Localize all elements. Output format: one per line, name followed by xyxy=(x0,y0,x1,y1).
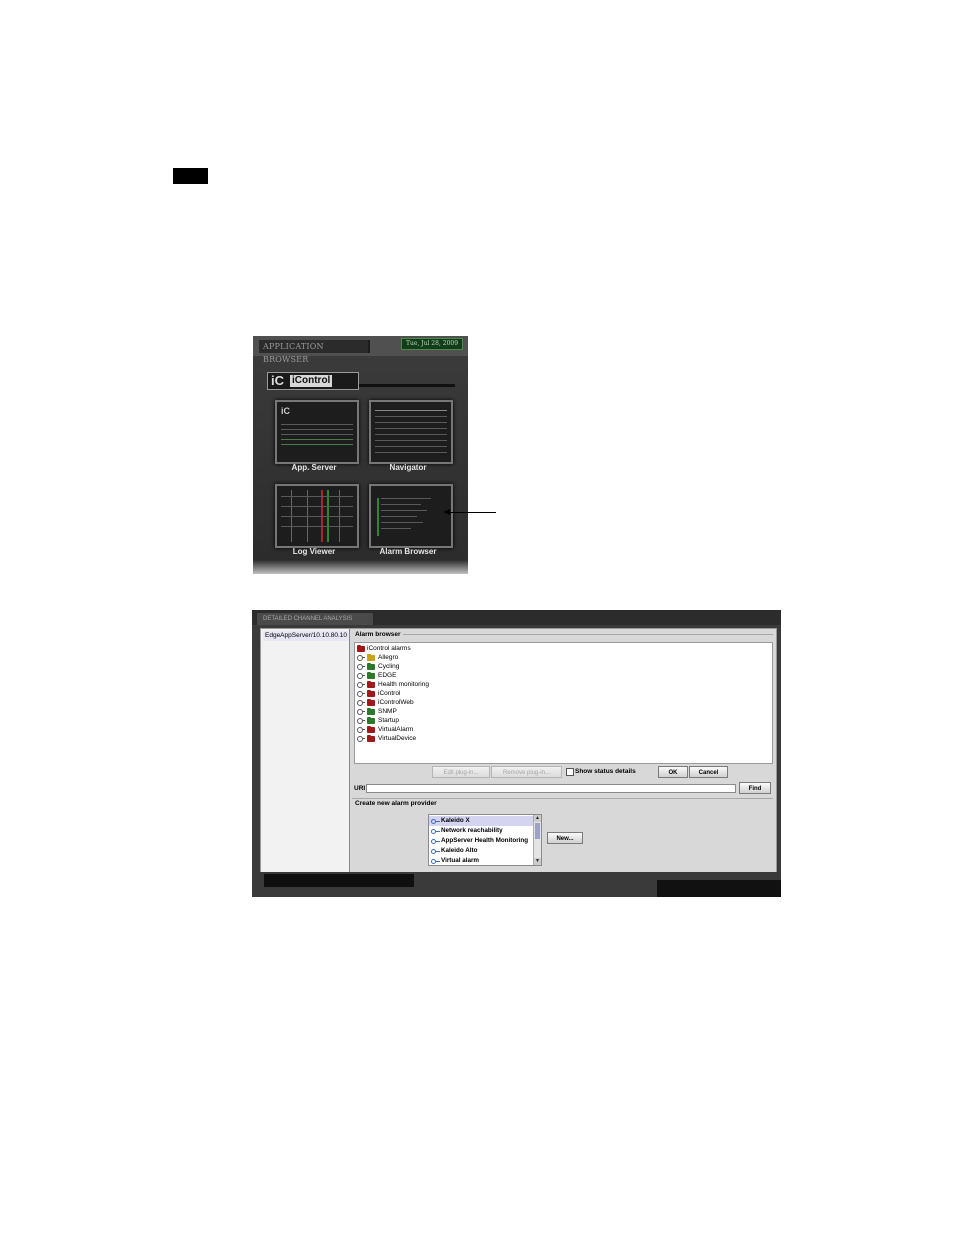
black-tab-marker xyxy=(173,168,208,184)
plugin-icon xyxy=(431,849,440,854)
tree-item-label: Cycling xyxy=(378,663,400,670)
app-server-tile[interactable]: iC xyxy=(275,400,359,464)
date-display: Tue, Jul 28, 2009 xyxy=(401,338,463,350)
folder-icon xyxy=(367,726,375,733)
navigator-label[interactable]: Navigator xyxy=(358,463,458,472)
expand-icon[interactable] xyxy=(357,654,365,661)
plugin-icon xyxy=(431,829,440,834)
folder-icon xyxy=(367,663,375,670)
server-list: EdgeAppServer/10.10.80.10 xyxy=(261,629,350,873)
icontrol-header: iC iControl xyxy=(267,370,457,390)
dca-title: DETAILED CHANNEL ANALYSIS xyxy=(257,613,373,625)
uri-label: URI xyxy=(354,785,366,792)
edit-plugin-button[interactable]: Edit plug-in... xyxy=(432,766,490,778)
tree-item-label: VirtualDevice xyxy=(378,735,417,742)
tree-item-label: EDGE xyxy=(378,672,397,679)
tree-item-label: iControlWeb xyxy=(378,699,414,706)
folder-icon xyxy=(367,708,375,715)
plugin-icon xyxy=(431,839,440,844)
expand-icon[interactable] xyxy=(357,699,365,706)
section-divider xyxy=(352,798,773,799)
show-status-label: Show status details xyxy=(575,768,636,775)
folder-icon xyxy=(367,672,375,679)
remove-plugin-button[interactable]: Remove plug-in... xyxy=(491,766,562,778)
detailed-channel-analysis-window: DETAILED CHANNEL ANALYSIS EdgeAppServer/… xyxy=(252,610,781,897)
ic-thumbnail-icon: iC xyxy=(281,406,290,416)
provider-item-kaleido-alto[interactable]: Kaleido Alto xyxy=(429,846,533,856)
provider-label: AppServer Health Monitoring xyxy=(441,837,529,844)
logo-text: iControl xyxy=(290,375,333,387)
tree-item-label: VirtualAlarm xyxy=(378,726,414,733)
ok-button[interactable]: OK xyxy=(658,766,688,778)
folder-icon xyxy=(367,690,375,697)
plugin-icon xyxy=(431,859,440,864)
tree-item-label: Startup xyxy=(378,717,399,724)
provider-item-appserver-health[interactable]: AppServer Health Monitoring xyxy=(429,836,533,846)
tree-item-label: iControl xyxy=(378,690,401,697)
expand-icon[interactable] xyxy=(357,690,365,697)
uri-input[interactable] xyxy=(366,784,736,793)
alarm-tree[interactable]: iControl alarms Allegro Cycling EDGE Hea… xyxy=(354,642,773,764)
callout-arrowhead xyxy=(443,509,450,515)
folder-icon xyxy=(367,654,375,661)
expand-icon[interactable] xyxy=(357,663,365,670)
expand-icon[interactable] xyxy=(357,708,365,715)
tree-root-label: iControl alarms xyxy=(367,645,411,652)
log-viewer-tile[interactable] xyxy=(275,484,359,548)
tree-item-label: Health monitoring xyxy=(378,681,429,688)
alarm-provider-list[interactable]: Kaleido X Network reachability AppServer… xyxy=(428,814,542,866)
find-button[interactable]: Find xyxy=(739,782,771,794)
folder-icon xyxy=(367,735,375,742)
show-status-checkbox[interactable] xyxy=(566,768,574,776)
log-viewer-label[interactable]: Log Viewer xyxy=(264,547,364,556)
alarm-browser-label[interactable]: Alarm Browser xyxy=(358,547,458,556)
alarm-browser-tile[interactable] xyxy=(369,484,453,548)
provider-item-network-reachability[interactable]: Network reachability xyxy=(429,826,533,836)
folder-icon xyxy=(367,681,375,688)
expand-icon[interactable] xyxy=(357,717,365,724)
header-divider xyxy=(359,384,455,387)
new-provider-button[interactable]: New... xyxy=(547,832,583,844)
expand-icon[interactable] xyxy=(357,681,365,688)
scroll-thumb[interactable] xyxy=(535,823,540,839)
expand-icon[interactable] xyxy=(357,672,365,679)
scroll-down-icon[interactable]: ▼ xyxy=(534,858,541,865)
folder-icon xyxy=(367,699,375,706)
tree-item-label: SNMP xyxy=(378,708,397,715)
callout-arrow xyxy=(448,512,496,513)
footer-right-bar xyxy=(657,880,781,897)
section-divider xyxy=(403,634,773,635)
cancel-button[interactable]: Cancel xyxy=(689,766,728,778)
tree-item-label: Allegro xyxy=(378,654,399,661)
provider-label: Kaleido X xyxy=(441,817,470,824)
footer-left-bar xyxy=(264,874,414,887)
bottom-fade xyxy=(253,560,468,574)
provider-item-virtual-alarm[interactable]: Virtual alarm xyxy=(429,856,533,865)
create-provider-label: Create new alarm provider xyxy=(355,800,437,807)
expand-icon[interactable] xyxy=(357,726,365,733)
plugin-icon xyxy=(431,819,440,824)
icontrol-logo: iC iControl xyxy=(267,372,359,390)
expand-icon[interactable] xyxy=(357,735,365,742)
provider-label: Virtual alarm xyxy=(441,857,480,864)
window-title: APPLICATION BROWSER xyxy=(259,340,370,364)
provider-item-kaleido-x[interactable]: Kaleido X xyxy=(429,816,533,826)
alarm-browser-section-label: Alarm browser xyxy=(355,631,401,638)
ic-logo-icon: iC xyxy=(271,373,284,388)
provider-label: Kaleido Alto xyxy=(441,847,478,854)
app-server-label[interactable]: App. Server xyxy=(264,463,364,472)
application-browser-window: APPLICATION BROWSER Tue, Jul 28, 2009 iC… xyxy=(253,336,468,574)
navigator-tile[interactable] xyxy=(369,400,453,464)
dca-body: EdgeAppServer/10.10.80.10 Alarm browser … xyxy=(260,628,777,874)
provider-label: Network reachability xyxy=(441,827,503,834)
server-list-item[interactable]: EdgeAppServer/10.10.80.10 xyxy=(263,631,350,641)
provider-scrollbar[interactable]: ▲ ▼ xyxy=(533,815,541,865)
scroll-up-icon[interactable]: ▲ xyxy=(534,815,541,822)
folder-icon xyxy=(367,717,375,724)
red-folder-icon xyxy=(357,645,365,652)
